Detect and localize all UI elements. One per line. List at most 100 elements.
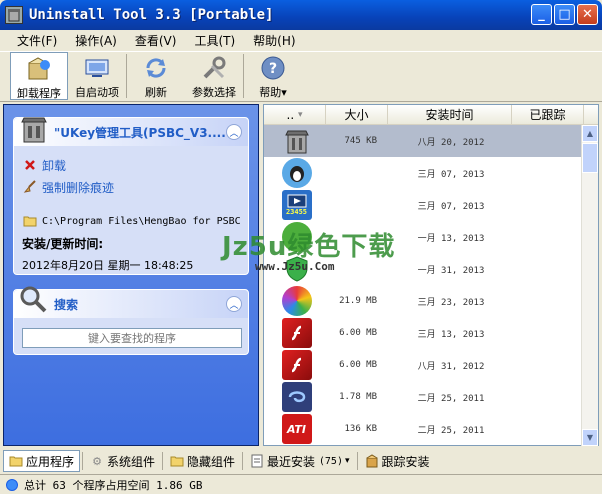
uninstall-task[interactable]: 卸载 [14,154,248,176]
program-row[interactable]: 1.78 MB 二月 25, 2011 [264,381,582,413]
arrow-down-icon: ▼ [586,433,594,442]
ati-icon: ATI [281,414,312,444]
flash-player-icon [281,350,312,380]
program-card-header[interactable]: "UKey管理工具(PSBC_V3.... ︿ [14,117,248,146]
gear-icon: ⚙ [92,454,102,468]
column-header-install-time[interactable]: 安装时间 [388,105,512,124]
tab-hidden-components[interactable]: 隐藏组件 [165,450,240,472]
startup-label: 自启动项 [75,86,119,99]
menu-action[interactable]: 操作(A) [66,32,126,49]
tab-recent-installs[interactable]: 最近安装 (75) ▾ [245,450,354,472]
program-date: 三月 07, 2013 [417,201,485,212]
list-header: .. ▾ 大小 安装时间 已跟踪 [264,105,598,125]
colorful-ball-icon [281,286,312,316]
tab-applications[interactable]: 应用程序 [3,450,81,472]
column-header-size[interactable]: 大小 [326,105,388,124]
help-button[interactable]: ? 帮助▾ [244,52,302,100]
program-size: 1.78 MB [339,392,377,402]
arrow-up-icon: ▲ [586,129,594,138]
broom-icon [22,179,38,195]
install-time-value-text: 2012年8月20日 星期一 18:48:25 [22,259,194,272]
film-player-icon: 23455 [281,190,312,220]
tab-system-components[interactable]: ⚙ 系统组件 [85,450,160,472]
settings-button[interactable]: 参数选择 [185,52,243,100]
refresh-button[interactable]: 刷新 [127,52,185,100]
uninstall-task-label: 卸载 [42,158,67,173]
scroll-up-button[interactable]: ▲ [582,125,598,142]
search-input[interactable] [22,328,242,348]
help-dropdown-arrow: ▾ [281,86,287,99]
watermark-logo: Jz5u绿色下载 [222,232,396,262]
install-path-row[interactable]: C:\Program Files\HengBao for PSBC [14,210,248,232]
info-icon [6,478,18,491]
program-size: 745 KB [344,136,377,146]
tab-system-label: 系统组件 [107,454,156,469]
window-title: Uninstall Tool 3.3 [Portable] [29,7,274,23]
folder-icon [22,213,38,229]
chevron-up-icon: ︿ [229,300,239,311]
program-row[interactable]: 745 KB 八月 20, 2012 [264,125,582,157]
program-row[interactable]: 6.00 MB 八月 31, 2012 [264,349,582,381]
startup-icon [82,54,112,82]
install-path-text: C:\Program Files\HengBao for PSBC [42,215,241,227]
program-date: 一月 31, 2013 [417,265,485,276]
tab-applications-label: 应用程序 [26,454,75,469]
collapse-program-card-button[interactable]: ︿ [226,124,242,140]
column-header-tracked[interactable]: 已跟踪 [512,105,584,124]
search-card-header[interactable]: 搜索 ︿ [14,286,248,318]
chevron-up-icon: ︿ [229,128,239,139]
program-date: 三月 23, 2013 [417,297,485,308]
qq-penguin-icon [281,158,312,188]
program-date: 三月 13, 2013 [417,329,485,340]
tab-separator [356,452,358,470]
program-row[interactable]: 21.9 MB 三月 23, 2013 [264,285,582,317]
menu-help[interactable]: 帮助(H) [244,32,304,49]
uninstall-icon [24,55,54,83]
minimize-button[interactable]: _ [531,4,552,25]
startup-button[interactable]: 自启动项 [68,52,126,100]
program-date: 一月 13, 2013 [417,233,485,244]
category-tabs: 应用程序 ⚙ 系统组件 隐藏组件 最近安装 (75) ▾ 跟踪安装 [3,449,599,473]
program-date: 二月 25, 2011 [417,425,485,436]
program-size: 21.9 MB [339,296,377,306]
svg-text:?: ? [269,61,277,77]
status-text: 总计 63 个程序占用空间 1.86 GB [24,478,203,492]
scroll-thumb[interactable] [582,143,598,173]
program-rows: 745 KB 八月 20, 2012 三月 07, 2013 23455 三月 … [264,125,582,445]
refresh-label: 刷新 [145,86,167,99]
red-x-icon [22,157,38,173]
document-icon [250,454,264,468]
menu-tools[interactable]: 工具(T) [185,32,244,49]
tab-hidden-label: 隐藏组件 [187,454,236,469]
title-bar[interactable]: Uninstall Tool 3.3 [Portable] _ □ ✕ [0,0,602,30]
force-remove-task[interactable]: 强制删除痕迹 [14,176,248,198]
program-date: 八月 31, 2012 [417,361,485,372]
maximize-button[interactable]: □ [554,4,575,25]
status-bar: 总计 63 个程序占用空间 1.86 GB [0,474,602,494]
column-header-name[interactable]: .. ▾ [264,105,326,124]
wrench-icon [199,54,229,82]
tab-recent-label: 最近安装 [267,454,316,469]
uninstall-button[interactable]: 卸载程序 [10,52,68,100]
search-card-title: 搜索 [54,297,79,312]
menu-view[interactable]: 查看(V) [126,32,186,49]
vertical-scrollbar[interactable]: ▲ ▼ [581,125,598,446]
menu-file[interactable]: 文件(F) [8,32,66,49]
program-row[interactable]: 23455 三月 07, 2013 [264,189,582,221]
program-size: 136 KB [344,424,377,434]
program-row[interactable]: 6.00 MB 三月 13, 2013 [264,317,582,349]
program-row[interactable]: 三月 07, 2013 [264,157,582,189]
collapse-search-card-button[interactable]: ︿ [226,296,242,312]
left-task-panel: "UKey管理工具(PSBC_V3.... ︿ 卸载 强制删除痕迹 C:\Pro… [3,104,259,446]
menu-bar: 文件(F) 操作(A) 查看(V) 工具(T) 帮助(H) [0,30,602,50]
toolbar: 卸载程序 自启动项 刷新 参数选择 ? 帮助▾ [0,51,602,102]
scroll-down-button[interactable]: ▼ [582,429,598,446]
tab-tracked-installs[interactable]: 跟踪安装 [360,450,435,472]
program-row[interactable]: ATI 136 KB 二月 25, 2011 [264,413,582,445]
program-card-title: "UKey管理工具(PSBC_V3.... [54,125,226,140]
blue-swirl-icon [281,382,312,412]
program-date: 二月 25, 2011 [417,393,485,404]
flash-player-icon [281,318,312,348]
chevron-down-icon: ▾ [344,456,350,466]
close-button[interactable]: ✕ [577,4,598,25]
